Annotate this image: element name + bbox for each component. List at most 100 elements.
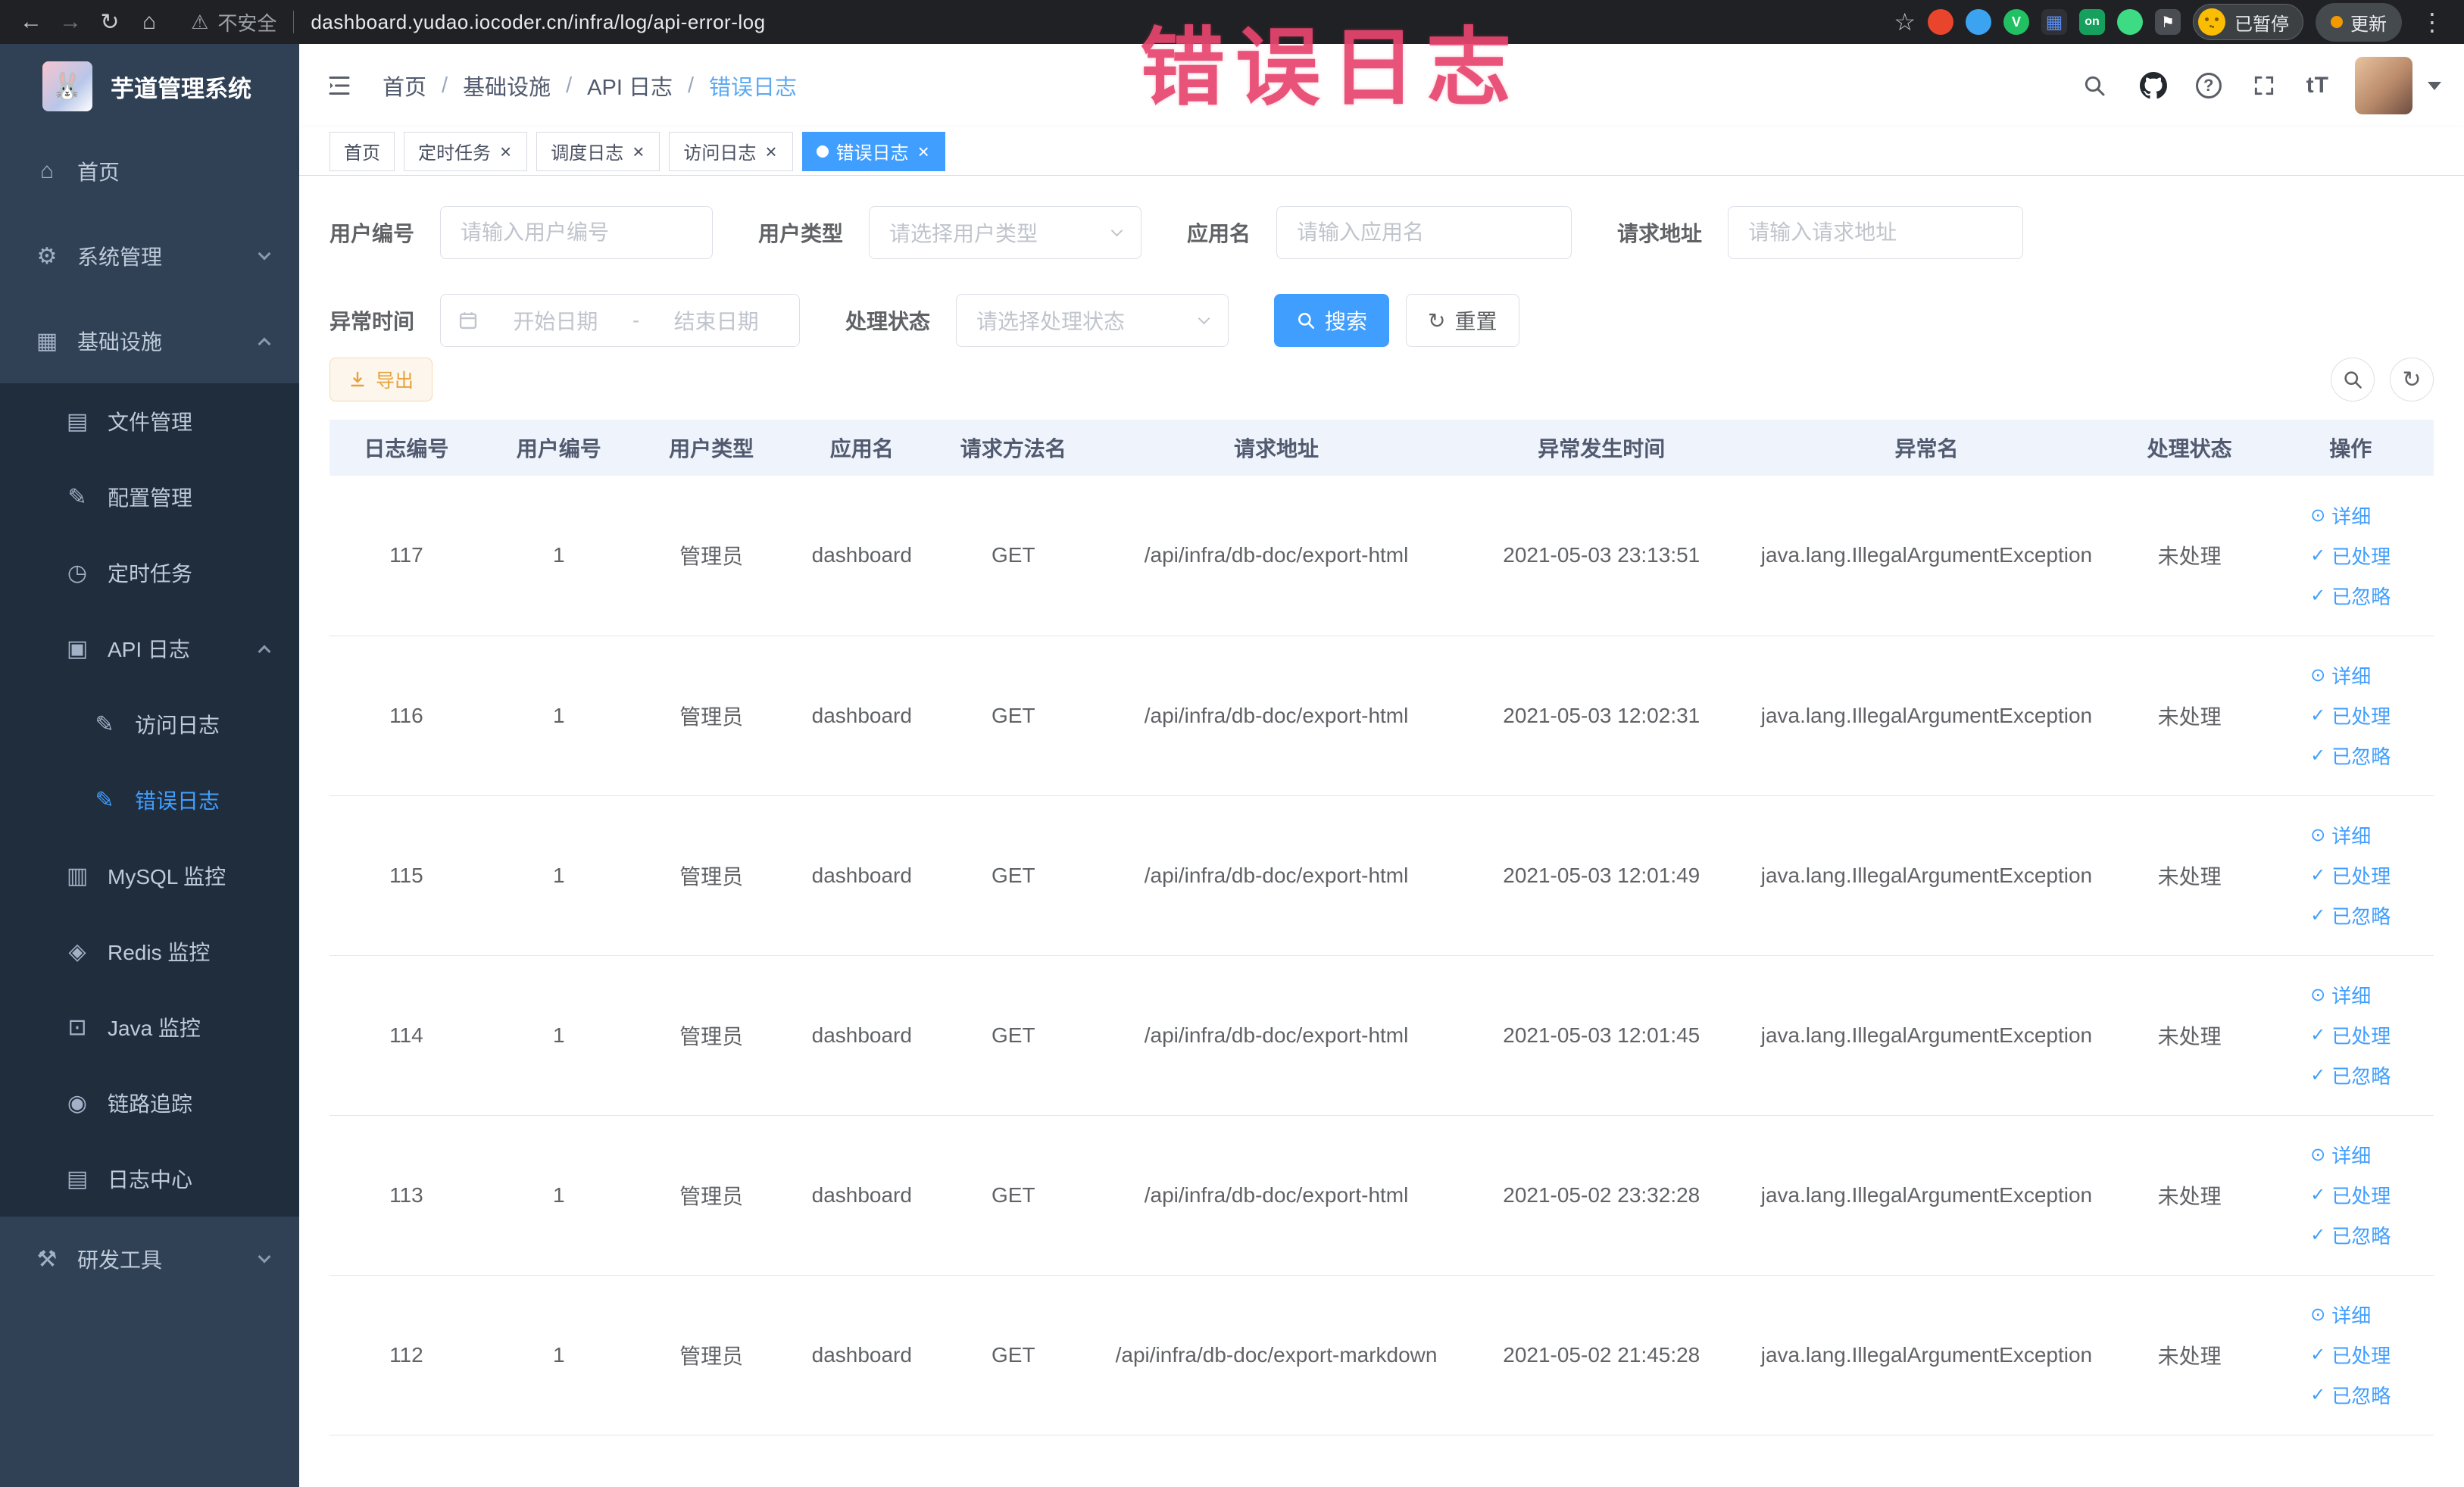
tab-error-log[interactable]: 错误日志 × — [801, 131, 945, 171]
breadcrumb-infrastructure[interactable]: 基础设施 — [463, 70, 551, 102]
sidebar-item-mysql-monitor[interactable]: ▥ MySQL 监控 — [0, 838, 299, 914]
cell-status: 未处理 — [2111, 955, 2268, 1116]
github-icon[interactable] — [2137, 69, 2170, 102]
cell-actions: ⊙ 详细 ✓ 已处理 ✓ 已忽略 — [2267, 1275, 2434, 1435]
extension-icon-6[interactable] — [2117, 9, 2143, 35]
user-type-select[interactable]: 请选择用户类型 — [869, 206, 1142, 259]
reset-button[interactable]: ↻ 重置 — [1406, 294, 1519, 347]
sidebar-item-dev-tools[interactable]: ⚒ 研发工具 — [0, 1217, 299, 1301]
app-title: 芋道管理系统 — [111, 75, 251, 102]
mark-processed-link[interactable]: ✓ 已处理 — [2310, 1341, 2391, 1369]
sidebar-item-error-log[interactable]: ✎ 错误日志 — [0, 762, 299, 838]
breadcrumb-home[interactable]: 首页 — [383, 70, 426, 102]
col-exception-time: 异常发生时间 — [1461, 420, 1741, 476]
mark-processed-link[interactable]: ✓ 已处理 — [2310, 701, 2391, 729]
address-bar-url[interactable]: dashboard.yudao.iocoder.cn/infra/log/api… — [311, 11, 765, 34]
mark-ignored-link[interactable]: ✓ 已忽略 — [2310, 1221, 2391, 1249]
toggle-search-button[interactable] — [2331, 358, 2375, 401]
extension-icon-1[interactable] — [1928, 9, 1953, 35]
browser-menu-icon[interactable]: ⋮ — [2414, 8, 2450, 36]
mark-processed-link[interactable]: ✓ 已处理 — [2310, 861, 2391, 889]
search-icon[interactable] — [2078, 69, 2111, 102]
sidebar-item-log-center[interactable]: ▤ 日志中心 — [0, 1141, 299, 1217]
cell-user-id: 1 — [482, 636, 635, 796]
close-icon[interactable]: × — [764, 142, 778, 161]
fullscreen-icon[interactable] — [2247, 69, 2281, 102]
sidebar-item-infrastructure[interactable]: ▦ 基础设施 — [0, 298, 299, 383]
detail-link[interactable]: ⊙ 详细 — [2310, 1141, 2371, 1169]
mark-ignored-link[interactable]: ✓ 已忽略 — [2310, 1061, 2391, 1089]
caret-down-icon[interactable] — [2428, 81, 2441, 90]
sidebar-item-home[interactable]: ⌂ 首页 — [0, 129, 299, 214]
close-icon[interactable]: × — [498, 142, 513, 161]
bookmark-star-icon[interactable]: ☆ — [1894, 8, 1916, 36]
mark-ignored-link[interactable]: ✓ 已忽略 — [2310, 582, 2391, 610]
font-size-icon[interactable]: tT — [2306, 73, 2329, 98]
sidebar-item-system-management[interactable]: ⚙ 系统管理 — [0, 214, 299, 298]
close-icon[interactable]: × — [631, 142, 645, 161]
extension-icon-3[interactable]: V — [2003, 9, 2029, 35]
home-icon[interactable]: ⌂ — [132, 5, 167, 39]
sidebar-item-access-log[interactable]: ✎ 访问日志 — [0, 686, 299, 762]
sidebar-item-tracing[interactable]: ◉ 链路追踪 — [0, 1065, 299, 1141]
close-icon[interactable]: × — [917, 142, 931, 161]
error-log-icon: ✎ — [95, 787, 114, 813]
breadcrumb-api-logs[interactable]: API 日志 — [587, 70, 673, 102]
help-icon[interactable]: ? — [2195, 73, 2222, 98]
user-id-input[interactable] — [440, 206, 714, 259]
tab-home[interactable]: 首页 — [329, 131, 395, 171]
mark-ignored-link[interactable]: ✓ 已忽略 — [2310, 742, 2391, 770]
sidebar-item-scheduled-tasks[interactable]: ◷ 定时任务 — [0, 535, 299, 611]
check-icon: ✓ — [2310, 1385, 2326, 1405]
extensions-puzzle-icon[interactable]: ⚑ — [2155, 9, 2181, 35]
search-button[interactable]: 搜索 — [1274, 294, 1390, 347]
detail-link[interactable]: ⊙ 详细 — [2310, 1301, 2371, 1329]
cell-exception-name: java.lang.IllegalArgumentException — [1741, 636, 2112, 796]
detail-link[interactable]: ⊙ 详细 — [2310, 981, 2371, 1009]
sidebar-item-label: 错误日志 — [135, 789, 220, 813]
check-icon: ✓ — [2310, 545, 2326, 566]
refresh-button[interactable]: ↻ — [2390, 358, 2434, 401]
mark-processed-link[interactable]: ✓ 已处理 — [2310, 542, 2391, 570]
exception-time-label: 异常时间 — [329, 310, 415, 333]
forward-icon[interactable]: → — [53, 5, 88, 39]
cell-exception-name: java.lang.IllegalArgumentException — [1741, 955, 2112, 1116]
export-button[interactable]: 导出 — [329, 358, 433, 401]
tab-schedule-log[interactable]: 调度日志 × — [536, 131, 661, 171]
mark-ignored-link[interactable]: ✓ 已忽略 — [2310, 1381, 2391, 1409]
mark-ignored-link[interactable]: ✓ 已忽略 — [2310, 901, 2391, 929]
detail-link[interactable]: ⊙ 详细 — [2310, 661, 2371, 689]
sidebar-item-redis-monitor[interactable]: ◈ Redis 监控 — [0, 914, 299, 989]
sidebar-item-api-logs[interactable]: ▣ API 日志 — [0, 611, 299, 686]
detail-link[interactable]: ⊙ 详细 — [2310, 821, 2371, 849]
process-status-select[interactable]: 请选择处理状态 — [956, 294, 1229, 347]
detail-link[interactable]: ⊙ 详细 — [2310, 501, 2371, 530]
app-logo[interactable]: 🐰 芋道管理系统 — [0, 44, 299, 129]
gear-icon: ⚙ — [36, 243, 58, 269]
reload-icon[interactable]: ↻ — [92, 5, 127, 39]
tab-label: 访问日志 — [683, 143, 757, 164]
app-name-input[interactable] — [1276, 206, 1572, 259]
infrastructure-icon: ▦ — [36, 328, 58, 354]
extension-icon-2[interactable] — [1966, 9, 1991, 35]
tab-access-log[interactable]: 访问日志 × — [669, 131, 793, 171]
page-content: 用户编号 用户类型 请选择用户类型 应用名 — [299, 176, 2464, 1487]
sidebar-item-file-management[interactable]: ▤ 文件管理 — [0, 383, 299, 459]
sidebar-item-config-management[interactable]: ✎ 配置管理 — [0, 459, 299, 535]
security-indicator[interactable]: ⚠ 不安全 — [191, 8, 276, 36]
extension-icon-5[interactable]: on — [2079, 9, 2105, 35]
sidebar-fold-icon[interactable] — [322, 68, 357, 103]
cell-user-type: 管理员 — [634, 1115, 789, 1276]
back-icon[interactable]: ← — [14, 5, 48, 39]
request-url-input[interactable] — [1728, 206, 2024, 259]
profile-paused-chip[interactable]: 已暂停 — [2193, 4, 2303, 40]
user-avatar[interactable] — [2355, 57, 2412, 114]
end-date-placeholder: 结束日期 — [673, 310, 759, 333]
sidebar-item-java-monitor[interactable]: ⊡ Java 监控 — [0, 989, 299, 1065]
extension-icon-4[interactable]: ▦ — [2041, 9, 2067, 35]
mark-processed-link[interactable]: ✓ 已处理 — [2310, 1181, 2391, 1209]
exception-time-range-picker[interactable]: 开始日期 - 结束日期 — [440, 294, 801, 347]
tab-scheduled-tasks[interactable]: 定时任务 × — [404, 131, 528, 171]
browser-update-button[interactable]: 更新 — [2316, 2, 2402, 42]
mark-processed-link[interactable]: ✓ 已处理 — [2310, 1021, 2391, 1049]
